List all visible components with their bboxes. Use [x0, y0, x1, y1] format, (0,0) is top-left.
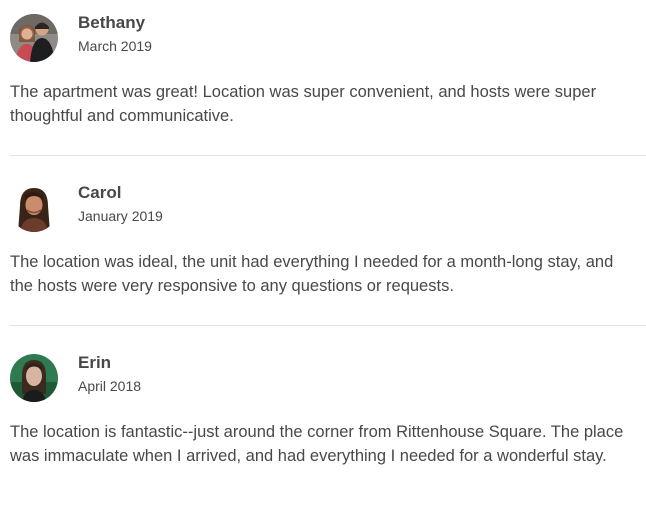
divider [10, 155, 646, 156]
review-text: The location is fantastic--just around t… [10, 423, 624, 465]
reviewer-avatar[interactable] [10, 184, 58, 232]
reviews-list: Bethany March 2019 The apartment was gre… [0, 0, 646, 510]
reviewer-avatar[interactable] [10, 14, 58, 62]
review-text: The apartment was great! Location was su… [10, 83, 597, 125]
review-date: April 2018 [78, 378, 142, 394]
divider [10, 325, 646, 326]
reviewer-name[interactable]: Erin [78, 352, 111, 374]
reviewer-name[interactable]: Carol [78, 182, 121, 204]
review-date: March 2019 [78, 38, 152, 54]
review-item: Erin April 2018 The location is fantasti… [0, 340, 646, 510]
review-text: The location was ideal, the unit had eve… [10, 253, 614, 295]
review-item: Bethany March 2019 The apartment was gre… [0, 0, 646, 170]
review-date: January 2019 [78, 208, 163, 224]
review-item: Carol January 2019 The location was idea… [0, 170, 646, 340]
reviewer-avatar[interactable] [10, 354, 58, 402]
reviewer-name[interactable]: Bethany [78, 12, 145, 34]
